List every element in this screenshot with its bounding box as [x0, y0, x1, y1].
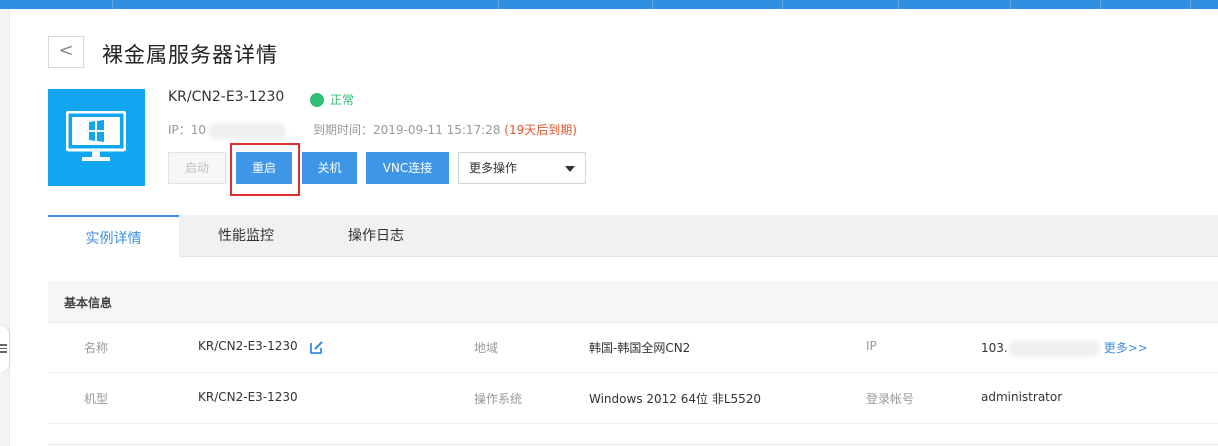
left-sidebar-rail [0, 9, 10, 446]
server-ip: IP：10 [168, 121, 287, 139]
ip-label: IP： [168, 123, 191, 137]
start-button[interactable]: 启动 [168, 152, 226, 184]
page-title: 裸金属服务器详情 [102, 43, 278, 67]
os-value: Windows 2012 64位 非L5520 [589, 392, 762, 406]
tab-performance-monitor[interactable]: 性能监控 [194, 215, 298, 256]
server-name: KR/CN2-E3-1230 [168, 89, 285, 105]
nav-divider [652, 0, 653, 9]
more-link[interactable]: 更多>> [1104, 341, 1148, 355]
section-title: 基本信息 [64, 296, 113, 310]
nav-divider [1190, 0, 1191, 9]
ip-value-text: 103. [981, 341, 1008, 355]
nav-divider [782, 0, 783, 9]
model-label: 机型 [84, 392, 109, 406]
nav-divider [498, 0, 499, 9]
expire-time: 2019-09-11 15:17:28 [373, 123, 501, 137]
ip-value: 10 [190, 123, 207, 137]
restart-highlight-box [230, 143, 300, 196]
ip-value: 103. 更多>> [981, 339, 1148, 357]
nav-divider [1010, 0, 1011, 9]
monitor-windows-icon [66, 111, 126, 161]
tab-instance-details[interactable]: 实例详情 [48, 215, 179, 257]
name-value: KR/CN2-E3-1230 [198, 339, 298, 353]
expire-warning: (19天后到期) [504, 123, 577, 137]
vnc-connect-button[interactable]: VNC连接 [366, 152, 449, 184]
sidebar-toggle[interactable] [0, 326, 9, 372]
back-button[interactable]: < [48, 36, 84, 68]
top-nav-bar [0, 0, 1218, 9]
nav-divider [112, 0, 113, 9]
tab-bar: 实例详情 性能监控 操作日志 [48, 215, 1218, 257]
os-label: 操作系统 [474, 392, 523, 406]
edit-icon[interactable] [310, 340, 324, 354]
redacted-ip [208, 122, 287, 139]
caret-down-icon [565, 166, 575, 172]
more-actions-dropdown[interactable]: 更多操作 [458, 152, 586, 184]
section-header: 基本信息 [48, 282, 1218, 323]
login-account-value: administrator [981, 390, 1063, 404]
status-indicator: 正常 [310, 91, 354, 108]
info-row: 名称 KR/CN2-E3-1230 地域 韩国-韩国全网CN2 IP 103. 更… [48, 322, 1218, 373]
expire-label: 到期时间： [313, 123, 374, 137]
server-thumbnail [48, 89, 145, 186]
more-actions-label: 更多操作 [469, 161, 518, 175]
expire-info: 到期时间：2019-09-11 15:17:28 (19天后到期) [313, 121, 577, 138]
status-text: 正常 [330, 93, 355, 107]
ip-label: IP [866, 339, 877, 353]
info-row: 机型 KR/CN2-E3-1230 操作系统 Windows 2012 64位 … [48, 373, 1218, 424]
region-label: 地域 [474, 341, 499, 355]
nav-divider [898, 0, 899, 9]
redacted-ip [1007, 340, 1100, 357]
model-value: KR/CN2-E3-1230 [198, 390, 298, 404]
region-value: 韩国-韩国全网CN2 [589, 341, 691, 355]
nav-divider [1100, 0, 1101, 9]
shutdown-button[interactable]: 关机 [302, 152, 357, 184]
tab-operation-log[interactable]: 操作日志 [324, 215, 428, 256]
chevron-left-icon: < [58, 40, 74, 61]
login-account-label: 登录帐号 [866, 392, 915, 406]
divider [48, 444, 1218, 445]
name-label: 名称 [84, 341, 109, 355]
status-dot-icon [310, 93, 324, 107]
menu-icon [0, 344, 7, 355]
